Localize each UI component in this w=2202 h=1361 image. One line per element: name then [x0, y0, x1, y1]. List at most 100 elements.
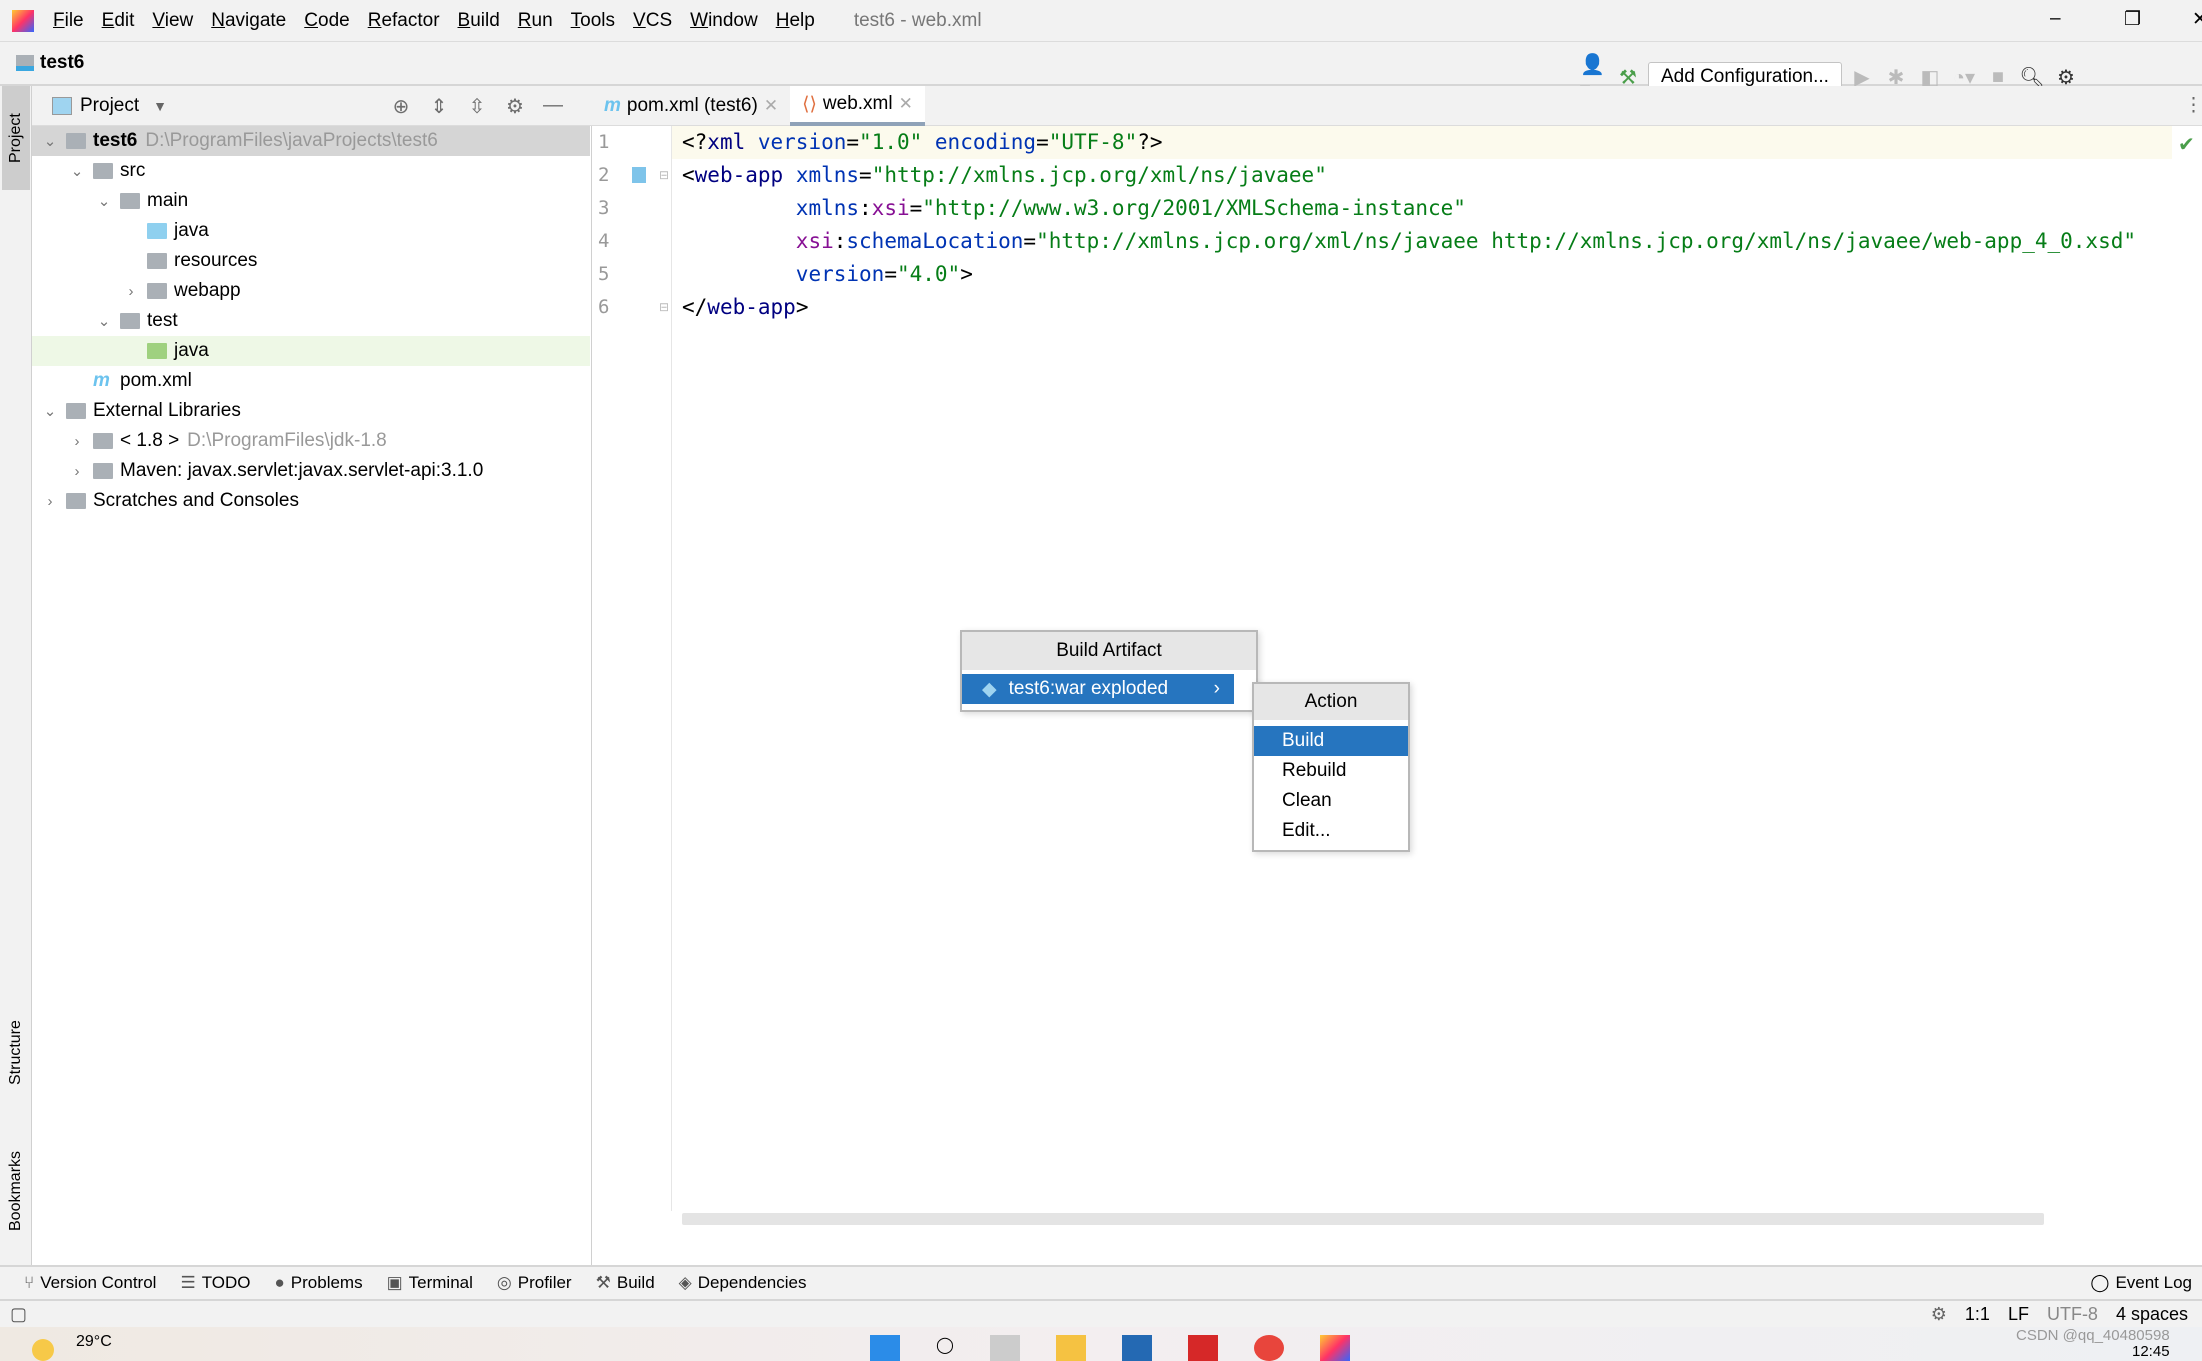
- chevron-down-icon[interactable]: ⌄: [94, 312, 114, 330]
- tree-item[interactable]: › < 1.8 > D:\ProgramFiles\jdk-1.8: [32, 426, 590, 456]
- chevron-right-icon[interactable]: ›: [67, 463, 87, 480]
- action-build[interactable]: Build: [1254, 726, 1408, 756]
- tree-item[interactable]: ⌄ test6 D:\ProgramFiles\javaProjects\test6: [32, 126, 590, 156]
- chevron-down-icon[interactable]: ⌄: [40, 402, 60, 420]
- tree-item[interactable]: ⌄ src: [32, 156, 590, 186]
- action-edit[interactable]: Edit...: [1254, 816, 1408, 846]
- tree-item[interactable]: ⌄ main: [32, 186, 590, 216]
- line-number: 2: [598, 164, 610, 186]
- tool-problems[interactable]: ● Problems: [275, 1273, 363, 1293]
- project-panel-header: Project ▼ ⊕ ⇕ ⇳ ⚙ —: [32, 86, 592, 126]
- menu-build[interactable]: Build: [449, 10, 509, 32]
- horizontal-scrollbar[interactable]: [682, 1213, 2044, 1225]
- editor-tab[interactable]: ⟨⟩ web.xml ✕: [790, 86, 925, 126]
- chevron-down-icon[interactable]: ⌄: [67, 162, 87, 180]
- menu-refactor[interactable]: Refactor: [359, 10, 449, 32]
- code-line: <?xml version="1.0" encoding="UTF-8"?>: [682, 126, 1163, 159]
- restore-button[interactable]: ❐: [2124, 8, 2141, 31]
- popup-title: Action: [1254, 684, 1408, 720]
- web-descriptor-gutter-icon[interactable]: [632, 167, 646, 183]
- tool-version-control[interactable]: ⑂ Version Control: [24, 1273, 156, 1293]
- tool-tab-project[interactable]: Project: [2, 86, 30, 190]
- tool-todo[interactable]: ☰ TODO: [180, 1273, 250, 1293]
- gear-icon[interactable]: ⚙: [501, 94, 529, 119]
- watermark: CSDN @qq_40480598: [2016, 1327, 2170, 1344]
- tree-item[interactable]: › Maven: javax.servlet:javax.servlet-api:…: [32, 456, 590, 486]
- git-status-icon[interactable]: ⚙: [1931, 1304, 1947, 1325]
- tool-tab-structure[interactable]: Structure: [2, 998, 30, 1108]
- menu-code[interactable]: Code: [295, 10, 358, 32]
- taskview-icon[interactable]: [989, 1335, 1020, 1361]
- tool-dependencies[interactable]: ◈ Dependencies: [679, 1273, 807, 1293]
- tool-icon: ◎: [496, 1273, 512, 1292]
- tree-item[interactable]: › Scratches and Consoles: [32, 486, 590, 516]
- fold-icon[interactable]: ⊟: [659, 168, 669, 182]
- line-separator[interactable]: LF: [2008, 1304, 2029, 1325]
- more-tabs-icon[interactable]: ⋮: [2184, 94, 2202, 117]
- menu-run[interactable]: Run: [509, 10, 562, 32]
- collapse-all-icon[interactable]: ⇳: [463, 94, 491, 119]
- code-line: xsi:schemaLocation="http://xmlns.jcp.org…: [682, 225, 2136, 258]
- menu-window[interactable]: Window: [681, 10, 767, 32]
- toggle-tool-windows-icon[interactable]: ▢: [10, 1304, 27, 1325]
- expand-all-icon[interactable]: ⇕: [425, 94, 453, 119]
- app-red-icon[interactable]: [1187, 1335, 1218, 1361]
- tool-profiler[interactable]: ◎ Profiler: [497, 1273, 572, 1293]
- locate-icon[interactable]: ⊕: [387, 94, 415, 119]
- tool-tab-bookmarks[interactable]: Bookmarks: [2, 1126, 30, 1256]
- menu-help[interactable]: Help: [767, 10, 824, 32]
- menu-file[interactable]: File: [44, 10, 93, 32]
- intellij-taskbar-icon[interactable]: [1319, 1335, 1350, 1361]
- code-token: "http://xmlns.jcp.org/xml/ns/javaee http…: [1036, 229, 2137, 253]
- tree-item[interactable]: › webapp: [32, 276, 590, 306]
- tree-item[interactable]: ⌄ test: [32, 306, 590, 336]
- fold-end-icon[interactable]: ⊟: [659, 300, 669, 314]
- close-tab-icon[interactable]: ✕: [899, 94, 913, 114]
- breadcrumb-project[interactable]: test6: [40, 52, 84, 74]
- tree-item[interactable]: m pom.xml: [32, 366, 590, 396]
- editor-tab[interactable]: m pom.xml (test6) ✕: [592, 86, 790, 126]
- start-icon[interactable]: [870, 1335, 900, 1361]
- tool-build[interactable]: ⚒ Build: [596, 1273, 655, 1293]
- indent-setting[interactable]: 4 spaces: [2116, 1304, 2188, 1325]
- artifact-item-test6-war-exploded[interactable]: ◆ test6:war exploded ›: [962, 674, 1234, 704]
- menu-vcs[interactable]: VCS: [624, 10, 681, 32]
- tree-item-path: D:\ProgramFiles\javaProjects\test6: [145, 130, 438, 151]
- tab-label: web.xml: [822, 93, 893, 114]
- caret-position[interactable]: 1:1: [1965, 1304, 1990, 1325]
- close-tab-icon[interactable]: ✕: [764, 96, 778, 116]
- menu-navigate[interactable]: Navigate: [202, 10, 295, 32]
- inspection-ok-icon[interactable]: ✔: [2178, 132, 2195, 157]
- tree-item[interactable]: java: [32, 216, 590, 246]
- chevron-down-icon[interactable]: ⌄: [40, 132, 60, 150]
- tree-item[interactable]: ⌄ External Libraries: [32, 396, 590, 426]
- action-clean[interactable]: Clean: [1254, 786, 1408, 816]
- file-encoding[interactable]: UTF-8: [2047, 1304, 2098, 1325]
- project-view-selector[interactable]: Project: [80, 95, 139, 117]
- jdk-icon: [93, 433, 113, 449]
- tree-item[interactable]: java: [32, 336, 590, 366]
- explorer-icon[interactable]: [1055, 1335, 1086, 1361]
- chevron-down-icon[interactable]: ⌄: [94, 192, 114, 210]
- event-log-button[interactable]: ◯ Event Log: [2090, 1273, 2192, 1293]
- chevron-right-icon[interactable]: ›: [40, 493, 60, 510]
- folder-icon: [120, 193, 140, 209]
- menu-view[interactable]: View: [143, 10, 202, 32]
- menu-tools[interactable]: Tools: [562, 10, 624, 32]
- minimize-button[interactable]: –: [2050, 8, 2061, 30]
- tool-label: Terminal: [408, 1273, 473, 1292]
- chevron-right-icon[interactable]: ›: [67, 433, 87, 450]
- search-taskbar-icon[interactable]: ◯: [936, 1335, 954, 1361]
- action-rebuild[interactable]: Rebuild: [1254, 756, 1408, 786]
- chevron-down-icon[interactable]: ▼: [153, 98, 167, 114]
- clock[interactable]: 12:45: [2132, 1343, 2170, 1360]
- menu-edit[interactable]: Edit: [93, 10, 144, 32]
- chrome-icon[interactable]: [1253, 1335, 1284, 1361]
- close-window-button[interactable]: ✕: [2192, 8, 2202, 31]
- left-tool-stripe: Project Structure Bookmarks: [0, 86, 32, 1265]
- tree-item[interactable]: resources: [32, 246, 590, 276]
- store-icon[interactable]: [1121, 1335, 1152, 1361]
- hide-icon[interactable]: —: [539, 94, 567, 119]
- tool-terminal[interactable]: ▣ Terminal: [387, 1273, 473, 1293]
- chevron-right-icon[interactable]: ›: [121, 283, 141, 300]
